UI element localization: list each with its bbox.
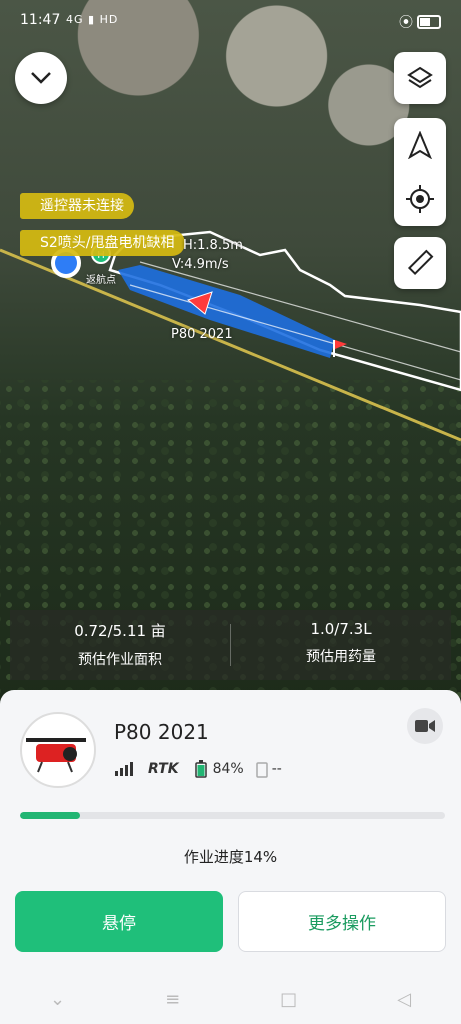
road-line (0, 248, 461, 442)
hover-button[interactable]: 悬停 (15, 891, 223, 952)
camera-button[interactable] (407, 708, 443, 744)
navigation-arrow-icon (408, 131, 432, 159)
volume-label: 预估用药量 (306, 649, 376, 665)
nav-back-icon[interactable]: ◁ (397, 989, 411, 1010)
volume-stat: 1.0/7.3L 预估用药量 (231, 620, 451, 666)
alert-motor-fault: S2喷头/甩盘电机缺相 (20, 230, 185, 256)
more-actions-button[interactable]: 更多操作 (238, 891, 446, 952)
network-indicator: 4G ▮ HD (66, 13, 119, 26)
progress-bar (20, 812, 445, 819)
video-camera-icon (415, 720, 435, 732)
layers-button[interactable] (394, 52, 446, 104)
ruler-icon (407, 249, 434, 276)
nav-home-icon[interactable]: □ (280, 989, 297, 1010)
navigation-tool-group (394, 118, 446, 226)
crosshair-icon (406, 185, 434, 213)
drone-panel: P80 2021 RTK 84% -- 作业进度14% 悬停 更多操作 (0, 690, 461, 1024)
payload-value: -- (271, 761, 282, 777)
speed-label: V:4.9m/s (172, 257, 229, 272)
collapse-button[interactable] (15, 52, 67, 104)
progress-fill (20, 812, 80, 819)
drone-avatar (20, 712, 96, 788)
home-point-label: 返航点 (86, 275, 116, 286)
area-value: 0.72/5.11 亩 (74, 622, 166, 640)
map-view[interactable]: H 遥控器未连接 S2喷头/甩盘电机缺相 H:1.8.5m V:4.9m/s 返… (0, 0, 461, 700)
drone-label: P80 2021 (171, 327, 233, 342)
battery-percent: 84% (212, 761, 244, 777)
signal-icon (115, 762, 133, 776)
compass-button[interactable] (394, 118, 446, 172)
flag-icon (335, 340, 347, 349)
status-bar: 11:47 4G ▮ HD ⦿ (0, 0, 461, 40)
volume-value: 1.0/7.3L (310, 620, 372, 638)
tank-icon (255, 762, 268, 778)
drone-name: P80 2021 (114, 720, 209, 744)
stats-bar: 0.72/5.11 亩 预估作业面积 1.0/7.3L 预估用药量 (10, 610, 451, 680)
route-overlay: H (0, 230, 461, 442)
chevron-down-icon (31, 72, 51, 84)
drone-status-row: RTK 84% -- (114, 760, 282, 778)
measure-button[interactable] (394, 237, 446, 289)
height-label: H:1.8.5m (183, 238, 243, 253)
rtk-icon: RTK (148, 761, 179, 777)
drone-image-icon (26, 738, 86, 773)
nav-menu-icon[interactable]: ≡ (165, 989, 180, 1010)
layers-icon (407, 66, 433, 89)
battery-icon (417, 15, 441, 29)
locate-button[interactable] (394, 172, 446, 226)
system-nav-bar: ⌄ ≡ □ ◁ (0, 975, 461, 1024)
status-time: 11:47 (20, 12, 61, 28)
location-icon: ⦿ (399, 15, 413, 31)
area-stat: 0.72/5.11 亩 预估作业面积 (10, 620, 230, 669)
battery-icon (194, 760, 207, 778)
nav-down-icon[interactable]: ⌄ (50, 989, 65, 1010)
alert-remote-disconnected: 遥控器未连接 (20, 193, 134, 219)
progress-label: 作业进度14% (183, 848, 278, 866)
area-label: 预估作业面积 (78, 652, 162, 668)
